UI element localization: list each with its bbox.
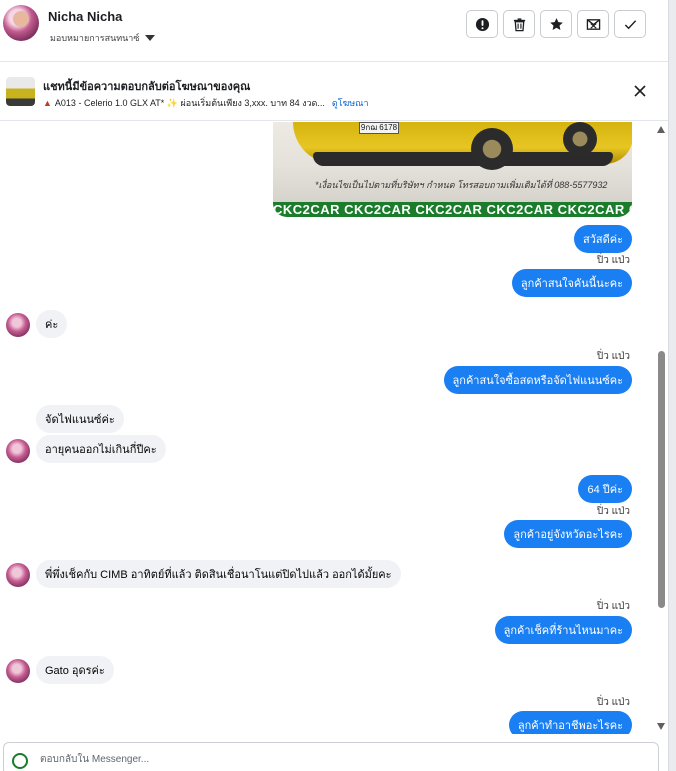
wheel	[563, 122, 597, 156]
message-bubble-incoming[interactable]: ค่ะ	[36, 310, 68, 338]
message-bubble-outgoing[interactable]: สวัสดีค่ะ	[573, 225, 632, 253]
car-icon: ▲	[43, 98, 52, 108]
ad-car-image[interactable]: 9กฌ 6178 *เงื่อนไขเป็นไปตามที่บริษัทฯ กำ…	[273, 122, 632, 217]
window-edge	[668, 0, 676, 771]
user-name[interactable]: Nicha Nicha	[48, 9, 122, 24]
mark-unread-button[interactable]	[577, 10, 609, 38]
conversation-header: Nicha Nicha มอบหมายการสนทนาซ์	[0, 0, 668, 62]
ad-reply-banner: แชทนี้มีข้อความตอบกลับต่อโฆษณาของคุณ ▲ A…	[0, 63, 668, 121]
trash-icon	[513, 17, 525, 31]
reply-input[interactable]	[40, 749, 620, 769]
star-icon	[549, 17, 563, 30]
message-sender: ปิ่ว แป่ว	[596, 506, 630, 517]
chat-scrollbar[interactable]	[655, 122, 667, 734]
message-bubble-incoming[interactable]: อายุคนออกไม่เกินกี่ปีคะ	[36, 435, 166, 463]
mail-x-icon	[586, 18, 600, 30]
reply-composer	[0, 735, 668, 771]
delete-button[interactable]	[503, 10, 535, 38]
check-icon	[624, 19, 636, 29]
close-banner-button[interactable]	[630, 81, 650, 101]
assign-conversation-dropdown[interactable]: มอบหมายการสนทนาซ์	[50, 31, 156, 45]
page-profile-icon	[12, 753, 28, 769]
ad-thumbnail[interactable]	[6, 77, 35, 106]
view-ad-link[interactable]: ดูโฆษณา	[332, 96, 369, 110]
composer-box[interactable]	[3, 742, 659, 771]
scroll-thumb[interactable]	[658, 351, 665, 608]
message-bubble-outgoing[interactable]: ลูกค้าอยู่จังหวัดอะไรคะ	[504, 520, 632, 548]
mark-done-button[interactable]	[614, 10, 646, 38]
message-bubble-outgoing[interactable]: ลูกค้าสนใจซื้อสดหรือจัดไฟแนนซ์คะ	[443, 366, 632, 394]
mark-important-button[interactable]	[466, 10, 498, 38]
avatar[interactable]	[6, 439, 30, 463]
message-bubble-incoming[interactable]: Gato อุดรค่ะ	[36, 656, 114, 684]
chevron-down-icon	[145, 35, 156, 41]
message-bubble-incoming[interactable]: จัดไฟแนนซ์ค่ะ	[36, 405, 124, 433]
brand-strip: CKC2CAR CKC2CAR CKC2CAR CKC2CAR CKC2CAR …	[273, 202, 632, 217]
toolbar	[466, 10, 646, 38]
avatar[interactable]	[6, 659, 30, 683]
close-icon	[634, 85, 646, 97]
message-sender: ปิ่ว แป่ว	[596, 351, 630, 362]
scroll-down-arrow-icon[interactable]	[657, 723, 665, 730]
message-list[interactable]: 9กฌ 6178 *เงื่อนไขเป็นไปตามที่บริษัทฯ กำ…	[0, 122, 654, 734]
scroll-up-arrow-icon[interactable]	[657, 126, 665, 133]
message-bubble-outgoing[interactable]: ลูกค้าเช็คที่ร้านไหนมาคะ	[494, 616, 632, 644]
message-bubble-outgoing[interactable]: ลูกค้าทำอาชีพอะไรคะ	[508, 711, 632, 734]
ad-subtitle-text: A013 - Celerio 1.0 GLX AT* ✨ ผ่อนเริ่มต้…	[54, 98, 325, 108]
ad-banner-title: แชทนี้มีข้อความตอบกลับต่อโฆษณาของคุณ	[43, 81, 251, 93]
ad-banner-subtitle: ▲ A013 - Celerio 1.0 GLX AT* ✨ ผ่อนเริ่ม…	[43, 96, 369, 110]
message-sender: ปิ่ว แป่ว	[596, 601, 630, 612]
message-bubble-outgoing[interactable]: 64 ปีค่ะ	[578, 475, 632, 503]
assign-label: มอบหมายการสนทนาซ์	[50, 33, 140, 43]
wheel	[471, 128, 513, 170]
avatar[interactable]	[6, 313, 30, 337]
message-sender: ปิ่ว แป่ว	[596, 255, 630, 266]
star-button[interactable]	[540, 10, 572, 38]
avatar[interactable]	[3, 5, 39, 41]
message-bubble-incoming[interactable]: พี่พึ่งเช็คกับ CIMB อาทิตย์ที่แล้ว ติดสิ…	[36, 560, 401, 588]
exclamation-circle-icon	[475, 17, 489, 31]
car-bumper	[313, 152, 613, 166]
ad-conditions-note: *เงื่อนไขเป็นไปตามที่บริษัทฯ กำหนด โทรสอ…	[315, 180, 608, 190]
license-plate: 9กฌ 6178	[359, 122, 399, 134]
message-bubble-outgoing[interactable]: ลูกค้าสนใจคันนี้นะคะ	[511, 269, 632, 297]
avatar[interactable]	[6, 563, 30, 587]
message-sender: ปิ่ว แป่ว	[596, 697, 630, 708]
